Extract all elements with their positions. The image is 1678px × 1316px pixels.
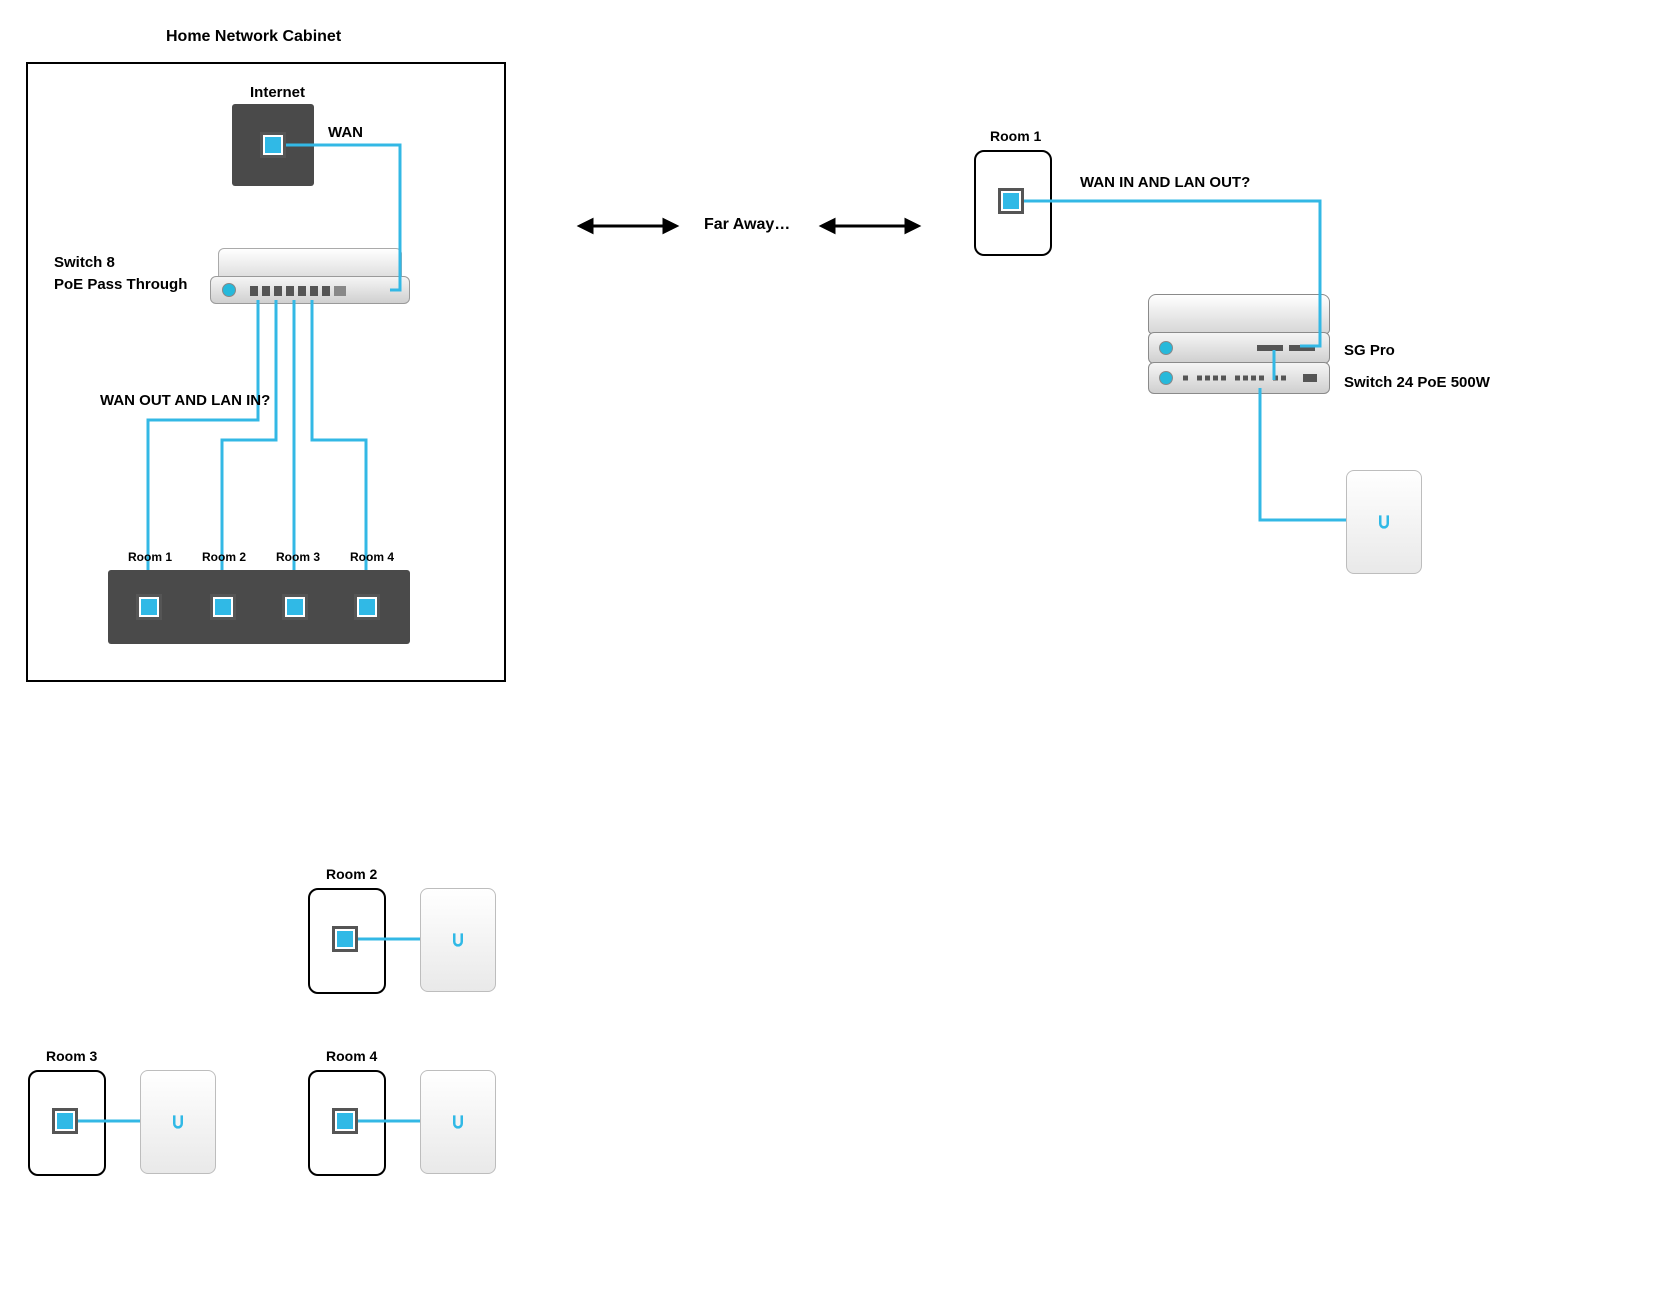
access-point-right — [1346, 470, 1422, 574]
sg-pro-unit — [1148, 332, 1330, 364]
ubiquiti-logo-icon — [1374, 512, 1394, 532]
switch8-label-2: PoE Pass Through — [54, 276, 187, 293]
ubiquiti-logo-icon — [448, 1112, 468, 1132]
switch8-led-icon — [222, 283, 236, 297]
room1-right-label: Room 1 — [990, 128, 1041, 144]
sg-pro-label: SG Pro — [1344, 342, 1395, 359]
switch8-label-1: Switch 8 — [54, 254, 115, 271]
wan-label: WAN — [328, 124, 363, 141]
switch24-unit — [1148, 362, 1330, 394]
room2-jack-port — [332, 926, 358, 952]
sgpro-led-icon — [1159, 341, 1173, 355]
internet-label: Internet — [250, 84, 305, 101]
switch-8-device — [210, 248, 410, 304]
far-away-label: Far Away… — [704, 216, 790, 234]
room3-label: Room 3 — [276, 550, 320, 564]
diagram-canvas: Home Network Cabinet Internet WAN Switch… — [0, 0, 1678, 1316]
patch-port-1 — [136, 594, 162, 620]
sg-pro-top — [1148, 294, 1330, 334]
patch-port-4 — [354, 594, 380, 620]
room1-jack-port — [998, 188, 1024, 214]
room3-jack-port — [52, 1108, 78, 1134]
room2-label: Room 2 — [202, 550, 246, 564]
ubiquiti-logo-icon — [168, 1112, 188, 1132]
room3-bottom-label: Room 3 — [46, 1048, 97, 1064]
patch-port-2 — [210, 594, 236, 620]
room4-jack-port — [332, 1108, 358, 1134]
switch24-led-icon — [1159, 371, 1173, 385]
room1-label: Room 1 — [128, 550, 172, 564]
cabinet-question: WAN OUT AND LAN IN? — [100, 392, 270, 409]
rack-stack — [1148, 294, 1328, 394]
switch24-label: Switch 24 PoE 500W — [1344, 374, 1490, 391]
access-point-room4 — [420, 1070, 496, 1174]
ubiquiti-logo-icon — [448, 930, 468, 950]
access-point-room3 — [140, 1070, 216, 1174]
room4-bottom-label: Room 4 — [326, 1048, 377, 1064]
room4-label: Room 4 — [350, 550, 394, 564]
access-point-room2 — [420, 888, 496, 992]
arrow-left-icon — [576, 214, 680, 238]
right-question: WAN IN AND LAN OUT? — [1080, 174, 1250, 191]
room2-bottom-label: Room 2 — [326, 866, 377, 882]
arrow-right-icon — [818, 214, 922, 238]
cabinet-title: Home Network Cabinet — [166, 28, 341, 46]
patch-port-3 — [282, 594, 308, 620]
internet-port — [260, 132, 286, 158]
